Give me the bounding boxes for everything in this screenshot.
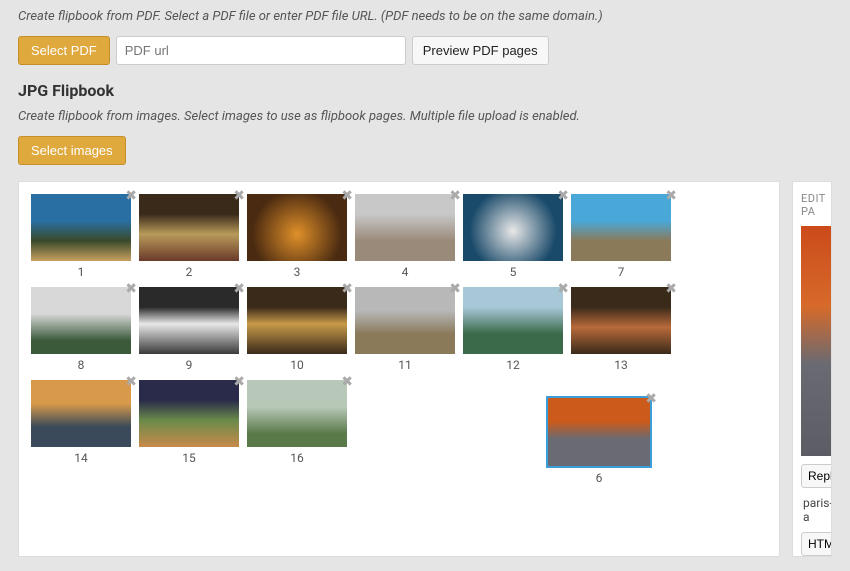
thumbnail-image[interactable]	[31, 194, 131, 261]
thumbnail-item[interactable]: ✖14	[31, 380, 131, 465]
thumbnail-item[interactable]: ✖10	[247, 287, 347, 372]
close-icon[interactable]: ✖	[341, 281, 353, 295]
select-images-button[interactable]: Select images	[18, 136, 126, 165]
thumbnail-number: 2	[139, 265, 239, 279]
close-icon[interactable]: ✖	[341, 188, 353, 202]
thumbnail-item[interactable]: ✖2	[139, 194, 239, 279]
replace-button[interactable]: Repla	[801, 464, 832, 488]
filename-text: paris-a	[801, 496, 831, 524]
thumbnail-item[interactable]: ✖3	[247, 194, 347, 279]
thumbnail-number: 5	[463, 265, 563, 279]
thumbnail-image[interactable]	[571, 194, 671, 261]
thumbnail-image[interactable]	[463, 287, 563, 354]
thumbnail-item[interactable]: ✖9	[139, 287, 239, 372]
close-icon[interactable]: ✖	[449, 281, 461, 295]
close-icon[interactable]: ✖	[645, 391, 657, 405]
pdf-description: Create flipbook from PDF. Select a PDF f…	[18, 8, 832, 26]
thumbnail-number: 15	[139, 451, 239, 465]
thumbnail-number: 4	[355, 265, 455, 279]
thumbnail-item[interactable]: ✖1	[31, 194, 131, 279]
close-icon[interactable]: ✖	[125, 374, 137, 388]
thumbnail-image[interactable]	[247, 380, 347, 447]
thumbnail-image[interactable]	[31, 287, 131, 354]
thumbnail-item[interactable]: ✖15	[139, 380, 239, 465]
close-icon[interactable]: ✖	[233, 374, 245, 388]
thumbnail-number: 6	[547, 471, 651, 485]
thumbnail-image[interactable]	[463, 194, 563, 261]
close-icon[interactable]: ✖	[557, 281, 569, 295]
close-icon[interactable]: ✖	[665, 188, 677, 202]
pdf-url-input[interactable]	[116, 36, 406, 65]
jpg-description: Create flipbook from images. Select imag…	[18, 108, 832, 126]
close-icon[interactable]: ✖	[125, 281, 137, 295]
thumbnail-item[interactable]: ✖11	[355, 287, 455, 372]
thumbnail-number: 9	[139, 358, 239, 372]
close-icon[interactable]: ✖	[233, 188, 245, 202]
thumbnail-image[interactable]	[139, 287, 239, 354]
thumbnail-image[interactable]	[571, 287, 671, 354]
thumbnail-image[interactable]	[247, 287, 347, 354]
select-pdf-button[interactable]: Select PDF	[18, 36, 110, 65]
close-icon[interactable]: ✖	[557, 188, 569, 202]
thumbnail-number: 12	[463, 358, 563, 372]
thumbnail-number: 11	[355, 358, 455, 372]
edit-panel-title: EDIT PA	[801, 192, 831, 218]
close-icon[interactable]: ✖	[449, 188, 461, 202]
thumbnail-item[interactable]: ✖5	[463, 194, 563, 279]
thumbnail-item[interactable]: ✖7	[571, 194, 671, 279]
image-gallery: ✖1✖2✖3✖4✖5✖7✖8✖9✖10✖11✖12✖13✖14✖15✖16 ✖ …	[18, 181, 780, 557]
thumbnail-image[interactable]	[31, 380, 131, 447]
thumbnail-item[interactable]: ✖12	[463, 287, 563, 372]
jpg-heading: JPG Flipbook	[18, 81, 832, 100]
html-button[interactable]: HTMI	[801, 532, 832, 556]
thumbnail-item[interactable]: ✖8	[31, 287, 131, 372]
thumbnail-item[interactable]: ✖4	[355, 194, 455, 279]
thumbnail-number: 13	[571, 358, 671, 372]
thumbnail-number: 14	[31, 451, 131, 465]
close-icon[interactable]: ✖	[125, 188, 137, 202]
pdf-controls-row: Select PDF Preview PDF pages	[18, 36, 832, 65]
thumbnail-number: 7	[571, 265, 671, 279]
thumbnail-number: 8	[31, 358, 131, 372]
close-icon[interactable]: ✖	[233, 281, 245, 295]
thumbnail-number: 3	[247, 265, 347, 279]
thumbnail-image[interactable]	[355, 194, 455, 261]
thumbnail-number: 16	[247, 451, 347, 465]
thumbnail-image[interactable]	[547, 397, 651, 467]
thumbnail-number: 1	[31, 265, 131, 279]
edit-page-panel: EDIT PA Repla paris-a HTMI	[792, 181, 832, 557]
thumbnail-item[interactable]: ✖13	[571, 287, 671, 372]
thumbnail-number: 10	[247, 358, 347, 372]
close-icon[interactable]: ✖	[341, 374, 353, 388]
edit-preview-image	[801, 226, 832, 456]
preview-pdf-button[interactable]: Preview PDF pages	[412, 36, 549, 65]
thumbnail-image[interactable]	[247, 194, 347, 261]
thumbnail-image[interactable]	[355, 287, 455, 354]
thumbnail-image[interactable]	[139, 380, 239, 447]
thumbnail-item[interactable]: ✖16	[247, 380, 347, 465]
close-icon[interactable]: ✖	[665, 281, 677, 295]
thumbnail-image[interactable]	[139, 194, 239, 261]
dragged-thumbnail[interactable]: ✖ 6	[547, 397, 651, 485]
